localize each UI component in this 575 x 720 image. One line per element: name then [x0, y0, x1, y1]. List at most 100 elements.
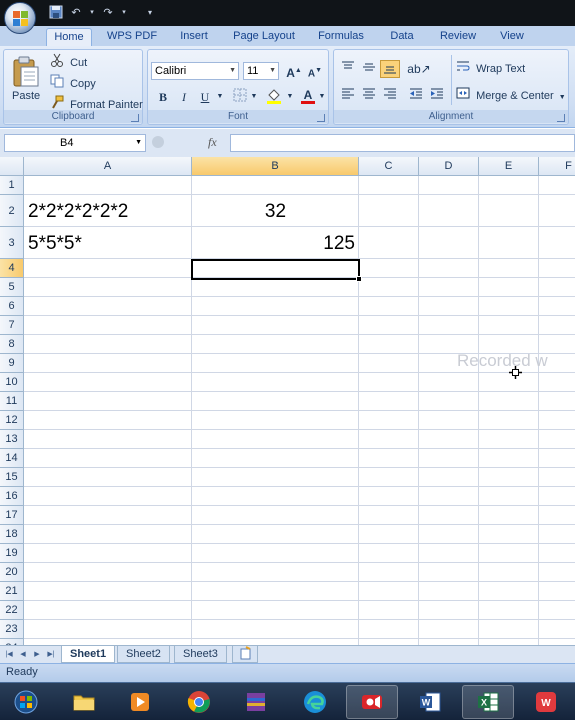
sheet-tab-sheet1[interactable]: Sheet1 — [61, 646, 116, 663]
excel-icon[interactable]: X — [462, 685, 514, 719]
align-top-button[interactable] — [338, 60, 358, 78]
copy-button[interactable]: Copy — [50, 74, 96, 92]
customize-qat-icon[interactable]: ▾ — [142, 5, 158, 21]
align-left-button[interactable] — [338, 86, 358, 104]
increase-indent-button[interactable] — [427, 86, 447, 104]
row-header-7[interactable]: 7 — [0, 316, 24, 335]
select-all-corner[interactable] — [0, 157, 24, 176]
underline-dropdown-icon[interactable]: ▼ — [215, 88, 225, 106]
wrap-text-button[interactable]: Wrap Text — [456, 60, 525, 78]
next-sheet-icon[interactable]: ▶ — [32, 649, 42, 661]
row-header-14[interactable]: 14 — [0, 449, 24, 468]
row-header-19[interactable]: 19 — [0, 544, 24, 563]
winrar-icon[interactable] — [230, 685, 282, 719]
worksheet-grid[interactable]: A B C D E F 1 2 3 4 5 6 7 8 9 10 11 12 13 14 15 16 17 18 1… — [0, 157, 575, 645]
row-header-17[interactable]: 17 — [0, 506, 24, 525]
alignment-launcher-icon[interactable] — [557, 114, 565, 122]
redo-dropdown-icon[interactable]: ▾ — [120, 5, 128, 21]
align-right-button[interactable] — [380, 86, 400, 104]
row-header-8[interactable]: 8 — [0, 335, 24, 354]
row-header-3[interactable]: 3 — [0, 227, 24, 259]
media-player-icon[interactable] — [114, 685, 166, 719]
fill-handle[interactable] — [356, 276, 362, 282]
word-icon[interactable]: W — [404, 685, 456, 719]
row-header-6[interactable]: 6 — [0, 297, 24, 316]
cell-a3[interactable]: 5*5*5* — [28, 233, 82, 255]
row-header-9[interactable]: 9 — [0, 354, 24, 373]
row-header-10[interactable]: 10 — [0, 373, 24, 392]
row-header-11[interactable]: 11 — [0, 392, 24, 411]
formula-input[interactable] — [230, 134, 575, 152]
column-header-c[interactable]: C — [359, 157, 419, 176]
row-header-13[interactable]: 13 — [0, 430, 24, 449]
windows-start-icon[interactable] — [0, 685, 52, 719]
tab-insert[interactable]: Insert — [173, 28, 215, 46]
row-header-2[interactable]: 2 — [0, 195, 24, 227]
italic-button[interactable]: I — [174, 88, 194, 106]
merge-center-button[interactable]: Merge & Center ▼ — [456, 87, 566, 105]
sheet-tab-sheet2[interactable]: Sheet2 — [117, 646, 170, 663]
fill-color-dropdown-icon[interactable]: ▼ — [285, 88, 295, 106]
tab-review[interactable]: Review — [434, 28, 482, 46]
cut-button[interactable]: Cut — [50, 53, 87, 71]
clipboard-launcher-icon[interactable] — [131, 114, 139, 122]
row-header-16[interactable]: 16 — [0, 487, 24, 506]
cell-a2[interactable]: 2*2*2*2*2*2 — [28, 201, 128, 223]
office-button[interactable] — [4, 2, 36, 34]
sheet-tab-sheet3[interactable]: Sheet3 — [174, 646, 227, 663]
insert-sheet-button[interactable] — [232, 646, 258, 663]
borders-button[interactable] — [230, 88, 250, 106]
name-box[interactable]: B4 ▼ — [4, 134, 146, 152]
first-sheet-icon[interactable]: |◀ — [4, 649, 14, 661]
file-explorer-icon[interactable] — [58, 685, 110, 719]
row-header-1[interactable]: 1 — [0, 176, 24, 195]
fx-icon[interactable]: fx — [208, 135, 217, 150]
tab-page-layout[interactable]: Page Layout — [229, 28, 299, 46]
edge-icon[interactable] — [289, 685, 341, 719]
tab-home[interactable]: Home — [46, 28, 92, 46]
undo-icon[interactable]: ↶ — [68, 5, 84, 21]
last-sheet-icon[interactable]: ▶| — [46, 649, 56, 661]
tab-data[interactable]: Data — [384, 28, 420, 46]
row-header-22[interactable]: 22 — [0, 601, 24, 620]
grow-font-button[interactable]: A▲ — [284, 62, 304, 80]
row-header-18[interactable]: 18 — [0, 525, 24, 544]
cell-b2[interactable]: 32 — [192, 201, 359, 223]
row-header-20[interactable]: 20 — [0, 563, 24, 582]
save-icon[interactable] — [48, 5, 64, 21]
undo-dropdown-icon[interactable]: ▾ — [88, 5, 96, 21]
column-header-e[interactable]: E — [479, 157, 539, 176]
row-header-21[interactable]: 21 — [0, 582, 24, 601]
wps-icon[interactable]: W — [520, 685, 572, 719]
column-header-d[interactable]: D — [419, 157, 479, 176]
column-header-b[interactable]: B — [192, 157, 359, 176]
active-cell-b4[interactable] — [191, 259, 360, 280]
column-header-a[interactable]: A — [24, 157, 192, 176]
align-bottom-button[interactable] — [380, 60, 400, 78]
fill-color-button[interactable] — [264, 88, 284, 106]
column-header-f[interactable]: F — [539, 157, 575, 176]
row-header-23[interactable]: 23 — [0, 620, 24, 639]
chrome-icon[interactable] — [173, 685, 225, 719]
align-center-button[interactable] — [359, 86, 379, 104]
decrease-indent-button[interactable] — [406, 86, 426, 104]
font-color-dropdown-icon[interactable]: ▼ — [317, 88, 327, 106]
borders-dropdown-icon[interactable]: ▼ — [249, 88, 259, 106]
screen-recorder-icon[interactable] — [346, 685, 398, 719]
underline-button[interactable]: U — [195, 88, 215, 106]
row-header-5[interactable]: 5 — [0, 278, 24, 297]
row-header-4[interactable]: 4 — [0, 259, 24, 278]
tab-view[interactable]: View — [494, 28, 530, 46]
bold-button[interactable]: B — [153, 88, 173, 106]
font-launcher-icon[interactable] — [317, 114, 325, 122]
align-middle-button[interactable] — [359, 60, 379, 78]
tab-formulas[interactable]: Formulas — [312, 28, 370, 46]
font-size-dropdown[interactable]: 11 ▼ — [243, 62, 279, 80]
redo-icon[interactable]: ↷ — [100, 5, 116, 21]
row-header-12[interactable]: 12 — [0, 411, 24, 430]
orientation-button[interactable]: ab↗ — [406, 60, 432, 78]
font-name-dropdown[interactable]: Calibri ▼ — [151, 62, 239, 80]
row-header-15[interactable]: 15 — [0, 468, 24, 487]
font-color-button[interactable]: A — [298, 86, 318, 104]
shrink-font-button[interactable]: A▼ — [305, 62, 325, 80]
